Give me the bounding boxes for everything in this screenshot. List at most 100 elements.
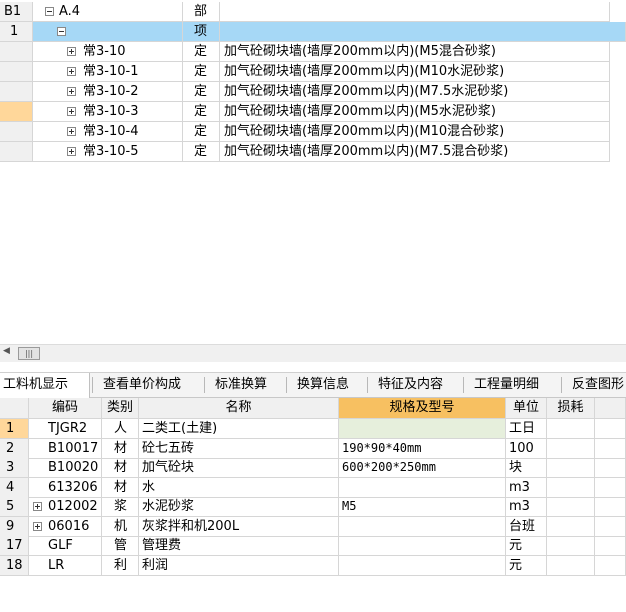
quota-name[interactable]: 加气砼砌块墙(墙厚200mm以内)(M5水泥砂浆) [220, 102, 610, 122]
col-header-name[interactable]: 名称 [139, 398, 339, 419]
resource-spec[interactable] [339, 536, 506, 556]
expand-icon[interactable] [67, 87, 76, 96]
tab-reverse-lookup[interactable]: 反查图形 [572, 374, 626, 396]
quota-name[interactable]: 加气砼砌块墙(墙厚200mm以内)(M7.5水泥砂浆) [220, 82, 610, 102]
resource-spec[interactable]: M5 [339, 497, 506, 517]
tab-standard-conversion[interactable]: 标准换算 [215, 374, 267, 396]
row-header[interactable] [0, 42, 33, 62]
tab-resources[interactable]: 工料机显示 [3, 374, 68, 396]
quota-code-cell[interactable]: 常3-10-1 [33, 62, 183, 82]
row-header[interactable] [0, 122, 33, 142]
collapse-icon[interactable] [57, 27, 66, 36]
resource-unit[interactable]: m3 [506, 497, 547, 517]
expand-icon[interactable] [67, 127, 76, 136]
resource-unit[interactable]: m3 [506, 477, 547, 498]
resource-row-number[interactable]: 9 [0, 516, 29, 537]
expand-icon[interactable] [33, 502, 42, 511]
resource-unit[interactable]: 元 [506, 536, 547, 556]
scroll-left-arrow-icon[interactable]: ◀ [3, 346, 10, 356]
resource-code[interactable]: TJGR2 [29, 419, 102, 439]
resource-unit[interactable]: 工日 [506, 419, 547, 439]
resource-spec[interactable] [339, 516, 506, 537]
expand-icon[interactable] [67, 47, 76, 56]
resource-code[interactable]: LR [29, 555, 102, 576]
quota-code-cell[interactable]: 常3-10-3 [33, 102, 183, 122]
resource-name[interactable]: 砼七五砖 [139, 438, 339, 459]
resource-code[interactable]: GLF [29, 536, 102, 556]
collapse-icon[interactable] [45, 7, 54, 16]
resource-spec[interactable] [339, 555, 506, 576]
resource-code[interactable]: 06016 [29, 516, 102, 537]
resource-category[interactable]: 材 [102, 458, 139, 478]
resource-name[interactable]: 管理费 [139, 536, 339, 556]
quota-name[interactable]: 加气砼砌块墙(墙厚200mm以内)(M5混合砂浆) [220, 42, 610, 62]
resource-loss[interactable] [547, 536, 595, 556]
resource-spec[interactable] [339, 477, 506, 498]
resource-loss[interactable] [547, 516, 595, 537]
quota-name[interactable]: 加气砼砌块墙(墙厚200mm以内)(M10水泥砂浆) [220, 62, 610, 82]
resource-row-number[interactable]: 4 [0, 477, 29, 498]
resource-category[interactable]: 材 [102, 438, 139, 459]
resource-category[interactable]: 人 [102, 419, 139, 439]
resource-name[interactable]: 灰浆拌和机200L [139, 516, 339, 537]
col-header-spec[interactable]: 规格及型号 [339, 398, 506, 419]
tab-quantity-detail[interactable]: 工程量明细 [474, 374, 539, 396]
col-header-unit[interactable]: 单位 [506, 398, 547, 419]
resource-row-number[interactable]: 17 [0, 536, 29, 556]
resource-unit[interactable]: 100 [506, 438, 547, 459]
code-cell[interactable]: A.4 [33, 2, 183, 22]
resource-unit[interactable]: 台班 [506, 516, 547, 537]
resource-loss[interactable] [547, 458, 595, 478]
tab-features[interactable]: 特征及内容 [378, 374, 443, 396]
resource-loss[interactable] [547, 477, 595, 498]
resource-code[interactable]: 012002 [29, 497, 102, 517]
resource-spec[interactable] [339, 419, 506, 439]
col-header-category[interactable]: 类别 [102, 398, 139, 419]
resource-row-number[interactable]: 2 [0, 438, 29, 459]
horizontal-scrollbar[interactable]: ◀ ||| [0, 344, 626, 362]
expand-icon[interactable] [67, 147, 76, 156]
resource-category[interactable]: 利 [102, 555, 139, 576]
resource-unit[interactable]: 块 [506, 458, 547, 478]
quota-name[interactable]: 加气砼砌块墙(墙厚200mm以内)(M7.5混合砂浆) [220, 142, 610, 162]
resource-category[interactable]: 浆 [102, 497, 139, 517]
row-header[interactable] [0, 102, 33, 122]
quota-code-cell[interactable]: 常3-10-5 [33, 142, 183, 162]
resource-row-number[interactable]: 3 [0, 458, 29, 478]
resource-spec[interactable]: 190*90*40mm [339, 438, 506, 459]
resource-name[interactable]: 水泥砂浆 [139, 497, 339, 517]
selected-row-code[interactable] [33, 22, 183, 42]
resource-loss[interactable] [547, 438, 595, 459]
resource-name[interactable]: 水 [139, 477, 339, 498]
quota-code-cell[interactable]: 常3-10-4 [33, 122, 183, 142]
col-header-code[interactable]: 编码 [29, 398, 102, 419]
expand-icon[interactable] [67, 67, 76, 76]
expand-icon[interactable] [67, 107, 76, 116]
resource-category[interactable]: 管 [102, 536, 139, 556]
resource-loss[interactable] [547, 419, 595, 439]
resource-code[interactable]: B10017 [29, 438, 102, 459]
quota-name[interactable]: 加气砼砌块墙(墙厚200mm以内)(M10混合砂浆) [220, 122, 610, 142]
resource-unit[interactable]: 元 [506, 555, 547, 576]
row-header[interactable] [0, 142, 33, 162]
resource-code[interactable]: 613206 [29, 477, 102, 498]
resource-row-number[interactable]: 1 [0, 419, 29, 439]
resource-category[interactable]: 机 [102, 516, 139, 537]
expand-icon[interactable] [33, 521, 42, 531]
resource-loss[interactable] [547, 555, 595, 576]
scroll-thumb[interactable]: ||| [18, 347, 40, 360]
tab-conversion-info[interactable]: 换算信息 [297, 374, 349, 396]
row-header[interactable] [0, 62, 33, 82]
resource-row-number[interactable]: 5 [0, 497, 29, 517]
quota-code-cell[interactable]: 常3-10-2 [33, 82, 183, 102]
row-header[interactable] [0, 82, 33, 102]
quota-code-cell[interactable]: 常3-10 [33, 42, 183, 62]
resource-name[interactable]: 利润 [139, 555, 339, 576]
col-header-loss[interactable]: 损耗 [547, 398, 595, 419]
resource-name[interactable]: 二类工(土建) [139, 419, 339, 439]
tab-unit-price[interactable]: 查看单价构成 [103, 374, 181, 396]
resource-code[interactable]: B10020 [29, 458, 102, 478]
resource-row-number[interactable]: 18 [0, 555, 29, 576]
resource-spec[interactable]: 600*200*250mm [339, 458, 506, 478]
resource-loss[interactable] [547, 497, 595, 517]
